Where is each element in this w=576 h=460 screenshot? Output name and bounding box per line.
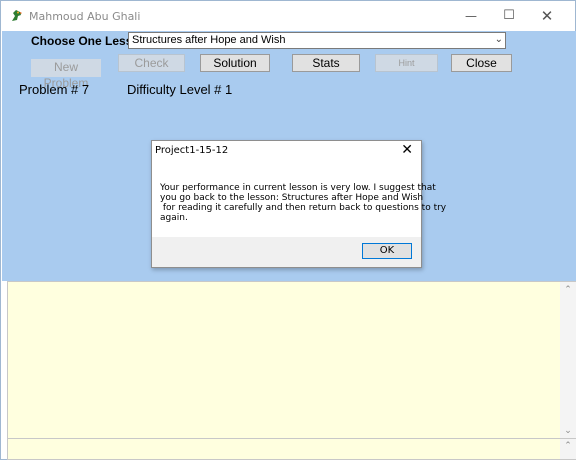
scroll-down-icon[interactable]: ⌄	[560, 425, 576, 436]
dialog-close-icon[interactable]: ✕	[401, 142, 413, 158]
secondary-text-area[interactable]: ⌃	[7, 439, 576, 460]
vertical-scrollbar[interactable]: ⌃ ⌄	[560, 282, 576, 438]
dialog-footer: OK	[152, 237, 421, 267]
maximize-button[interactable]: ☐	[490, 1, 528, 31]
message-dialog: Project1-15-12 ✕ Your performance in cur…	[151, 140, 447, 268]
solution-button[interactable]: Solution	[200, 54, 270, 72]
title-bar[interactable]: Mahmoud Abu Ghali — ☐ ✕	[1, 1, 575, 31]
check-button[interactable]: Check	[118, 54, 185, 72]
dialog-message-line: you go back to the lesson: Structures af…	[160, 193, 424, 203]
close-button[interactable]: Close	[451, 54, 512, 72]
app-window: Mahmoud Abu Ghali — ☐ ✕ Choose One Lesso…	[0, 0, 576, 460]
lesson-dropdown[interactable]: Structures after Hope and Wish ⌄	[128, 32, 506, 49]
parrot-icon	[12, 10, 22, 21]
stats-button[interactable]: Stats	[292, 54, 360, 72]
window-title: Mahmoud Abu Ghali	[29, 10, 141, 23]
problem-number: Problem # 7	[19, 82, 90, 97]
minimize-button[interactable]: —	[452, 1, 490, 31]
secondary-scrollbar[interactable]: ⌃	[560, 439, 576, 459]
dialog-message: Your performance in current lesson is ve…	[160, 183, 447, 223]
hint-button[interactable]: Hint	[375, 54, 438, 72]
close-window-button[interactable]: ✕	[528, 1, 566, 31]
scroll-up-icon[interactable]: ⌃	[560, 440, 576, 451]
dialog-title: Project1-15-12	[155, 145, 229, 156]
dialog-message-line: Your performance in current lesson is ve…	[160, 183, 436, 193]
scroll-up-icon[interactable]: ⌃	[560, 284, 576, 295]
dialog-message-line: again.	[160, 213, 188, 223]
difficulty-level: Difficulty Level # 1	[127, 82, 233, 97]
dialog-message-line: for reading it carefully and then return…	[160, 203, 447, 213]
answer-text-area[interactable]: ⌃ ⌄	[7, 281, 576, 439]
new-problem-button[interactable]: New Problem	[31, 59, 101, 90]
ok-button[interactable]: OK	[362, 243, 412, 259]
lesson-selected-value: Structures after Hope and Wish	[132, 34, 286, 46]
chevron-down-icon[interactable]: ⌄	[495, 34, 503, 45]
